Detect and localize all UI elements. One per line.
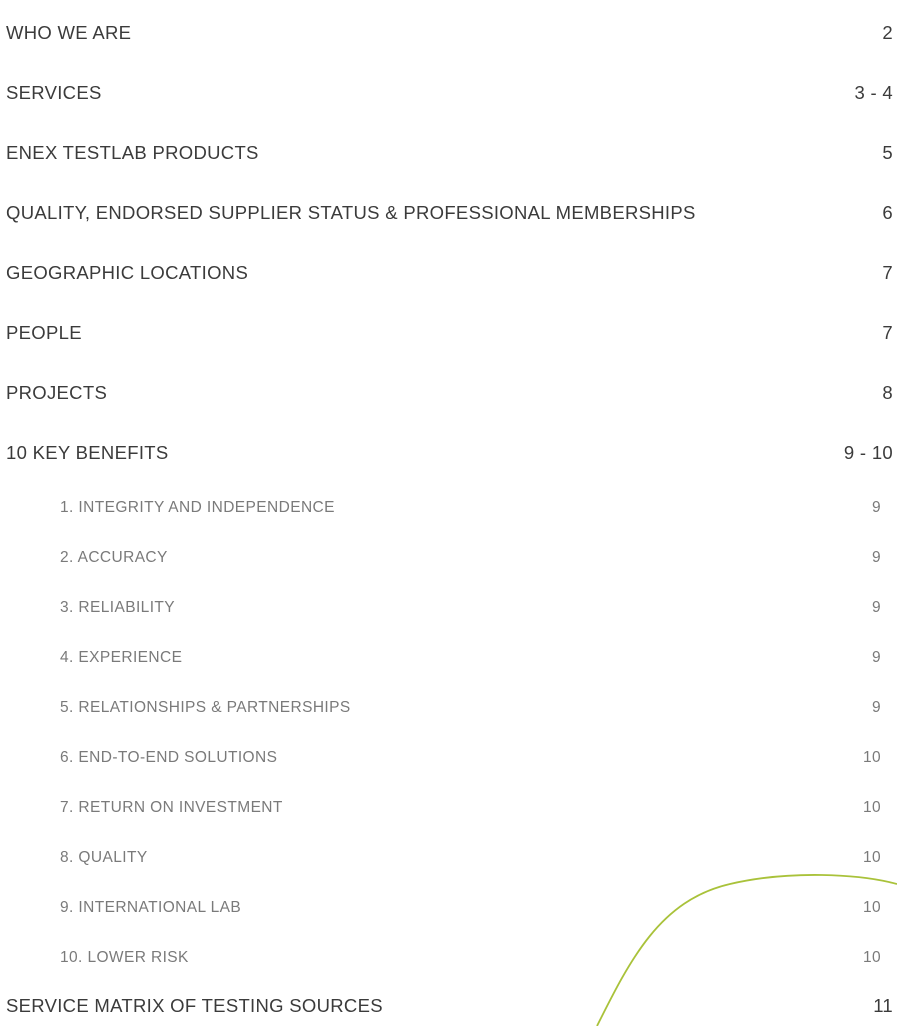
toc-entry-page: 11	[873, 995, 893, 1016]
toc-entry-projects[interactable]: PROJECTS 8	[0, 378, 897, 408]
toc-entry-title: WHO WE ARE	[6, 22, 132, 43]
toc-entry-page: 3 - 4	[854, 82, 893, 103]
toc-entry-page: 10	[862, 849, 881, 866]
toc-entry-page: 8	[882, 382, 893, 403]
toc-entry-people[interactable]: PEOPLE 7	[0, 318, 897, 348]
toc-subentry-end-to-end[interactable]: 6. END-TO-END SOLUTIONS 10	[0, 743, 897, 773]
toc-entry-title: GEOGRAPHIC LOCATIONS	[6, 262, 249, 283]
toc-entry-page: 9	[871, 699, 881, 716]
toc-entry-title: 2. ACCURACY	[60, 549, 168, 566]
toc-entry-page: 9 - 10	[843, 442, 893, 463]
toc-entry-services[interactable]: SERVICES 3 - 4	[0, 78, 897, 108]
toc-entry-title: 1. INTEGRITY AND INDEPENDENCE	[60, 499, 335, 516]
toc-subentry-reliability[interactable]: 3. RELIABILITY 9	[0, 593, 897, 623]
toc-entry-title: PEOPLE	[6, 322, 82, 343]
toc-entry-service-matrix[interactable]: SERVICE MATRIX OF TESTING SOURCES 11	[0, 991, 897, 1021]
toc-subentry-accuracy[interactable]: 2. ACCURACY 9	[0, 543, 897, 573]
toc-entry-page: 10	[862, 899, 881, 916]
toc-entry-page: 9	[871, 649, 881, 666]
toc-entry-title: SERVICE MATRIX OF TESTING SOURCES	[6, 995, 383, 1016]
toc-entry-title: 4. EXPERIENCE	[60, 649, 183, 666]
toc-entry-title: 3. RELIABILITY	[60, 599, 176, 616]
toc-subentry-integrity[interactable]: 1. INTEGRITY AND INDEPENDENCE 9	[0, 493, 897, 523]
toc-entry-10-key-benefits[interactable]: 10 KEY BENEFITS 9 - 10	[0, 438, 897, 468]
toc-entry-page: 9	[871, 549, 881, 566]
toc-entry-title: 5. RELATIONSHIPS & PARTNERSHIPS	[60, 699, 351, 716]
toc-entry-quality-endorsed-supplier[interactable]: QUALITY, ENDORSED SUPPLIER STATUS & PROF…	[0, 198, 897, 228]
toc-entry-page: 2	[882, 22, 893, 43]
toc-entry-page: 7	[882, 322, 893, 343]
toc-entry-title: ENEX TESTLAB PRODUCTS	[6, 142, 259, 163]
toc-entry-enex-testlab-products[interactable]: ENEX TESTLAB PRODUCTS 5	[0, 138, 897, 168]
toc-subentry-quality[interactable]: 8. QUALITY 10	[0, 843, 897, 873]
toc-entry-page: 10	[862, 749, 881, 766]
toc-entry-page: 5	[882, 142, 893, 163]
toc-entry-title: PROJECTS	[6, 382, 108, 403]
toc-entry-who-we-are[interactable]: WHO WE ARE 2	[0, 18, 897, 48]
toc-entry-title: 10. LOWER RISK	[60, 949, 189, 966]
toc-entry-title: QUALITY, ENDORSED SUPPLIER STATUS & PROF…	[6, 202, 696, 223]
toc-entry-title: SERVICES	[6, 82, 102, 103]
toc-entry-page: 10	[862, 949, 881, 966]
toc-entry-page: 7	[882, 262, 893, 283]
toc-entry-page: 6	[882, 202, 893, 223]
toc-subentry-international-lab[interactable]: 9. INTERNATIONAL LAB 10	[0, 893, 897, 923]
toc-entry-title: 8. QUALITY	[60, 849, 148, 866]
toc-entry-geographic-locations[interactable]: GEOGRAPHIC LOCATIONS 7	[0, 258, 897, 288]
toc-subentry-lower-risk[interactable]: 10. LOWER RISK 10	[0, 943, 897, 973]
toc-entry-title: 6. END-TO-END SOLUTIONS	[60, 749, 278, 766]
toc-entry-page: 9	[871, 499, 881, 516]
toc-subentry-relationships[interactable]: 5. RELATIONSHIPS & PARTNERSHIPS 9	[0, 693, 897, 723]
table-of-contents: WHO WE ARE 2 SERVICES 3 - 4 ENEX TESTLAB…	[0, 0, 897, 1026]
toc-entry-title: 9. INTERNATIONAL LAB	[60, 899, 242, 916]
toc-subentry-experience[interactable]: 4. EXPERIENCE 9	[0, 643, 897, 673]
toc-subentry-roi[interactable]: 7. RETURN ON INVESTMENT 10	[0, 793, 897, 823]
toc-entry-title: 7. RETURN ON INVESTMENT	[60, 799, 283, 816]
toc-entry-title: 10 KEY BENEFITS	[6, 442, 169, 463]
toc-entry-page: 9	[871, 599, 881, 616]
toc-entry-page: 10	[862, 799, 881, 816]
